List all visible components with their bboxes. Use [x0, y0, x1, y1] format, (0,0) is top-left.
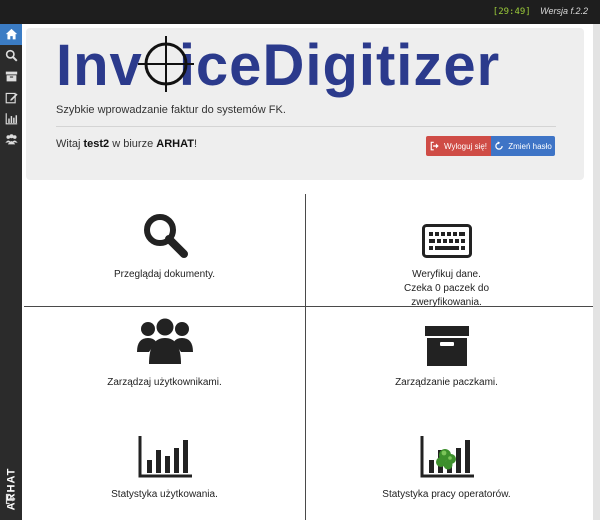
refresh-icon [495, 141, 503, 150]
tile-operator-statistics[interactable]: Statystyka pracy operatorów. [306, 426, 587, 502]
session-clock: [29:49] [492, 7, 531, 17]
sidebar-item-archive[interactable] [0, 66, 22, 87]
app-tagline: Szybkie wprowadzanie faktur do systemów … [56, 104, 286, 116]
sidebar: ARHAT [0, 24, 22, 520]
logout-button[interactable]: Wyloguj się! [426, 136, 491, 156]
crosshair-icon [138, 36, 194, 92]
tile-operator-statistics-label: Statystyka pracy operatorów. [382, 489, 511, 500]
tile-browse-documents[interactable]: Przeglądaj dokumenty. [24, 206, 305, 282]
sidebar-logout-button[interactable] [0, 488, 22, 510]
sidebar-item-users[interactable] [0, 129, 22, 150]
logo-text-right: iceDigitizer [178, 33, 501, 98]
logout-icon [430, 141, 439, 151]
operator-chart-icon [420, 436, 474, 478]
tile-browse-documents-label: Przeglądaj dokumenty. [114, 269, 215, 280]
home-icon [5, 28, 17, 40]
users-icon [136, 318, 193, 364]
tile-usage-statistics-label: Statystyka użytkowania. [111, 489, 218, 500]
tile-manage-users[interactable]: Zarządzaj użytkownikami. [24, 314, 305, 390]
tile-manage-users-label: Zarządzaj użytkownikami. [107, 377, 222, 388]
sidebar-item-search[interactable] [0, 45, 22, 66]
sidebar-item-edit[interactable] [0, 87, 22, 108]
bar-chart-icon [138, 436, 192, 478]
archive-box-icon [424, 326, 469, 366]
version-info: [29:49] Wersja f.2.2 [493, 6, 588, 17]
tile-manage-packages[interactable]: Zarządzanie paczkami. [306, 314, 587, 390]
logo-text-left: Inv [56, 33, 143, 98]
logout-icon [5, 493, 16, 505]
sidebar-item-statistics[interactable] [0, 108, 22, 129]
tile-verify-data[interactable]: Weryfikuj dane. Czeka 0 paczek do zweryf… [306, 206, 587, 310]
change-password-button[interactable]: Zmień hasło [491, 136, 555, 156]
header-divider [56, 126, 556, 127]
dashboard-grid: Przeglądaj dokumenty. Weryfikuj dane. Cz… [24, 194, 593, 520]
tile-manage-packages-label: Zarządzanie paczkami. [395, 377, 498, 388]
office-name: ARHAT [156, 138, 194, 150]
users-icon [4, 134, 18, 145]
search-icon [5, 49, 17, 62]
tile-verify-data-label: Weryfikuj dane. Czeka 0 paczek do zweryf… [403, 269, 490, 308]
tile-usage-statistics[interactable]: Statystyka użytkowania. [24, 426, 305, 502]
top-bar: [29:49] Wersja f.2.2 [0, 0, 600, 24]
archive-icon [5, 71, 17, 82]
logout-label: Wyloguj się! [443, 141, 488, 151]
app-logo: Inv iceDigitizer [56, 30, 500, 102]
username: test2 [83, 138, 110, 150]
sidebar-item-home[interactable] [0, 24, 22, 45]
keyboard-icon [421, 224, 472, 258]
edit-icon [5, 92, 18, 104]
header-panel: Inv iceDigitizer Szybkie wprowadzanie fak… [26, 28, 584, 180]
scrollbar-track[interactable] [593, 24, 600, 520]
search-icon [143, 214, 188, 258]
change-password-label: Zmień hasło [508, 141, 552, 151]
welcome-message: Witaj test2 w biurze ARHAT! [56, 138, 198, 150]
bar-chart-icon [5, 113, 17, 125]
version-label: Wersja f.2.2 [540, 6, 588, 16]
